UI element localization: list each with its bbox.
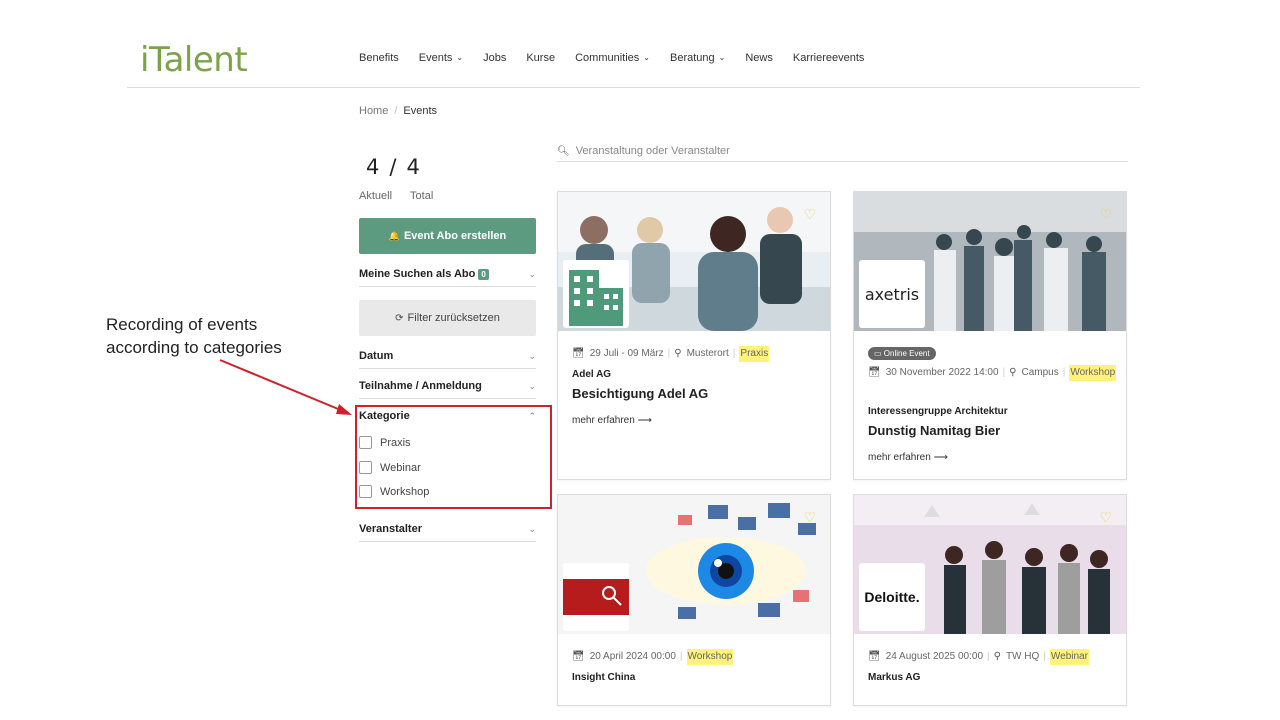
location-pin-icon: ⚲ <box>1009 367 1017 378</box>
event-location: TW HQ <box>1005 651 1040 662</box>
organizer-logo: axetris <box>859 260 925 328</box>
meta-separator: | <box>1062 367 1066 378</box>
organizer-logo <box>563 563 629 631</box>
read-more-label: mehr erfahren <box>868 452 931 463</box>
event-card[interactable]: ♡ 📅︎ 20 April 2024 00:00 | Workshop Insigh… <box>557 494 831 706</box>
event-category-tag: Workshop <box>1069 365 1117 381</box>
event-title[interactable]: Dunstig Namitag Bier <box>868 423 1000 438</box>
event-organizer: Interessengruppe Architektur <box>868 406 1008 417</box>
event-meta: 📅︎ 20 April 2024 00:00 | Workshop <box>572 649 822 665</box>
event-image: ♡ Deloitte. <box>854 495 1126 634</box>
event-date: 20 April 2024 00:00 <box>589 651 676 662</box>
event-date: 29 Juli - 09 März <box>589 348 664 359</box>
event-image: ♡ axetris <box>854 192 1126 331</box>
event-meta: 📅︎ 24 August 2025 00:00 | ⚲ TW HQ | Webinar <box>868 649 1118 665</box>
event-meta: 📅︎ 30 November 2022 14:00 | ⚲ Campus | Works… <box>868 365 1118 381</box>
event-card[interactable]: ♡ Deloitte. 📅︎ 24 August 2025 00:00 | ⚲ TW … <box>853 494 1127 706</box>
calendar-icon: 📅︎ <box>572 348 585 359</box>
organizer-logo-text: Deloitte. <box>864 589 920 605</box>
online-event-badge: ▭ Online Event <box>868 347 936 360</box>
event-location: Musterort <box>686 348 729 359</box>
event-date: 24 August 2025 00:00 <box>885 651 984 662</box>
online-badge-label: Online Event <box>883 349 930 358</box>
meta-separator: | <box>732 348 736 359</box>
location-pin-icon: ⚲ <box>993 651 1001 662</box>
search-placeholder: Veranstaltung oder Veranstalter <box>575 145 730 157</box>
calendar-icon: 📅︎ <box>572 651 585 662</box>
event-title[interactable]: Besichtigung Adel AG <box>572 386 708 401</box>
calendar-icon: 📅︎ <box>868 367 881 378</box>
organizer-logo <box>563 260 629 328</box>
monitor-icon: ▭ <box>874 349 882 358</box>
meta-separator: | <box>1043 651 1046 662</box>
favorite-heart-icon[interactable]: ♡ <box>803 509 816 526</box>
read-more-link[interactable]: mehr erfahren ⟶ <box>572 415 652 426</box>
event-date: 30 November 2022 14:00 <box>885 367 999 378</box>
event-location: Campus <box>1021 367 1059 378</box>
building-icon <box>569 270 623 326</box>
event-category-tag: Praxis <box>739 346 770 362</box>
favorite-heart-icon[interactable]: ♡ <box>1099 206 1112 223</box>
read-more-label: mehr erfahren <box>572 415 635 426</box>
meta-separator: | <box>1002 367 1006 378</box>
search-icon: 🔍︎ <box>557 145 570 157</box>
event-category-tag: Workshop <box>686 649 734 665</box>
event-meta: 📅︎ 29 Juli - 09 März | ⚲ Musterort | Praxis <box>572 346 822 362</box>
meta-separator: | <box>987 651 990 662</box>
magnifier-logo <box>563 579 629 615</box>
event-organizer: Adel AG <box>572 369 612 380</box>
read-more-link[interactable]: mehr erfahren ⟶ <box>868 452 948 463</box>
event-image: ♡ <box>558 192 830 331</box>
calendar-icon: 📅︎ <box>868 651 881 662</box>
event-card[interactable]: ♡ 📅︎ 29 Juli - 09 März | ⚲ Musterort | Praxi… <box>557 191 831 480</box>
arrow-right-icon: ⟶ <box>933 452 948 463</box>
event-category-tag: Webinar <box>1049 649 1089 665</box>
meta-separator: | <box>667 348 671 359</box>
organizer-logo: Deloitte. <box>859 563 925 631</box>
event-image: ♡ <box>558 495 830 634</box>
location-pin-icon: ⚲ <box>674 348 682 359</box>
event-card[interactable]: ♡ axetris ▭ Online Event 📅︎ 30 November 2… <box>853 191 1127 480</box>
favorite-heart-icon[interactable]: ♡ <box>1099 509 1112 526</box>
meta-separator: | <box>679 651 683 662</box>
arrow-right-icon: ⟶ <box>637 415 652 426</box>
organizer-logo-text: axetris <box>864 284 920 304</box>
event-organizer: Insight China <box>572 672 636 683</box>
event-organizer: Markus AG <box>868 672 921 683</box>
favorite-heart-icon[interactable]: ♡ <box>803 206 816 223</box>
event-search[interactable]: 🔍︎ Veranstaltung oder Veranstalter <box>557 141 1128 162</box>
